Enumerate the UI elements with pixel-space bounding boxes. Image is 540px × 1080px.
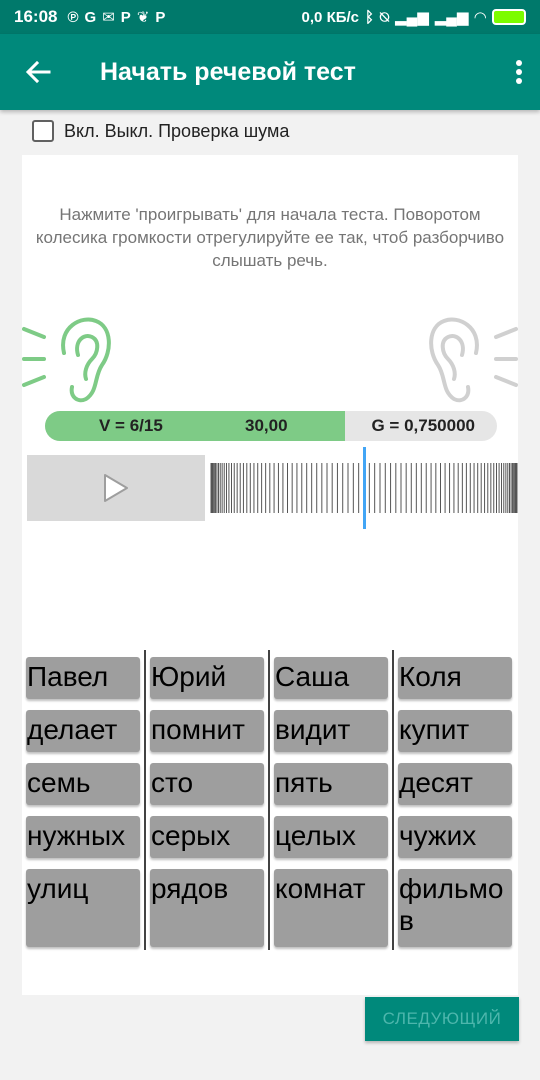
status-notification-icon: ❦ [136,9,150,26]
volume-level-fill [45,411,346,441]
signal-icon: ▂▄▆ [395,9,429,26]
signal-icon: ▂▄▆ [434,9,469,26]
play-button[interactable] [27,455,205,521]
word-button[interactable]: Саша [274,657,388,699]
speech-test-panel: Нажмите 'проигрывать' для начала теста. … [22,155,518,995]
status-notification-icon: P [120,8,131,26]
status-notification-icon: ✉ [102,9,115,26]
word-button[interactable]: Павел [26,657,140,699]
status-time: 16:08 [14,7,58,26]
next-button[interactable]: СЛЕДУЮЩИЙ [365,997,519,1041]
net-speed: 0,0 КБ/с [301,8,360,26]
more-options-icon[interactable] [516,60,522,84]
word-button[interactable]: чужих [398,816,512,858]
battery-icon [492,9,526,25]
left-ear-icon [22,317,111,403]
page-title: Начать речевой тест [100,57,356,86]
noise-check-row[interactable]: Вкл. Выкл. Проверка шума [32,120,289,142]
word-column: Юрий помнит сто серых рядов [146,650,270,950]
word-button[interactable]: семь [26,763,140,805]
noise-check-label: Вкл. Выкл. Проверка шума [64,120,290,141]
word-button[interactable]: комнат [274,869,388,947]
word-column: Коля купит десят чужих фильмо в [394,650,518,950]
word-button[interactable]: рядов [150,869,264,947]
volume-db-label: 30,00 [245,416,288,435]
word-button[interactable]: серых [150,816,264,858]
wifi-icon: ◠ [474,9,486,26]
word-column: Саша видит пять целых комнат [270,650,394,950]
word-button[interactable]: фильмо в [398,869,512,947]
gain-label: G = 0,750000 [371,416,475,435]
word-button[interactable]: десят [398,763,512,805]
status-notification-icon: ℗ [67,8,79,26]
word-matrix: Павел делает семь нужных улиц Юрий помни… [22,650,518,950]
instructions-text: Нажмите 'проигрывать' для начала теста. … [35,205,505,270]
status-bar: 16:08 ℗ G ✉ P ❦ P 0,0 КБ/с ᛒ ⍉ ▂▄▆ ▂▄▆ ◠ [0,0,540,34]
word-button[interactable]: купит [398,710,512,752]
word-button[interactable]: видит [274,710,388,752]
volume-step-label: V = 6/15 [99,416,163,435]
play-icon [104,474,128,502]
word-button[interactable]: нужных [26,816,140,858]
word-button[interactable]: Коля [398,657,512,699]
back-button[interactable] [0,34,76,110]
noise-check-checkbox[interactable] [32,120,54,142]
word-column: Павел делает семь нужных улиц [22,650,146,950]
word-button[interactable]: улиц [26,869,140,947]
alarm-off-icon: ⍉ [380,8,390,26]
volume-dial-marker [363,447,366,529]
word-button[interactable]: целых [274,816,388,858]
word-button[interactable]: Юрий [150,657,264,699]
right-ear-icon [429,317,518,403]
volume-level-bar: V = 6/15 30,00 G = 0,750000 [45,411,497,441]
bluetooth-icon: ᛒ [365,8,375,26]
app-bar: Начать речевой тест [0,34,540,110]
arrow-back-icon [25,60,51,84]
status-notification-icon: G [84,8,97,26]
word-button[interactable]: делает [26,710,140,752]
word-button[interactable]: сто [150,763,264,805]
word-button[interactable]: пять [274,763,388,805]
status-notification-icon: P [155,8,166,26]
word-button[interactable]: помнит [150,710,264,752]
